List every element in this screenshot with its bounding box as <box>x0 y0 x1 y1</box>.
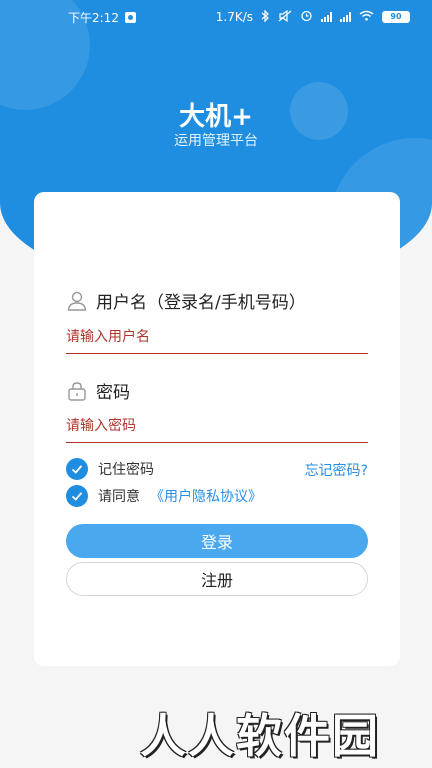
remember-password-checkbox[interactable] <box>66 458 88 480</box>
check-icon <box>71 465 83 474</box>
check-icon <box>71 492 83 501</box>
wifi-icon <box>359 10 374 24</box>
notification-icon <box>124 11 136 23</box>
status-time: 下午2:12 <box>68 10 119 25</box>
remember-password-row: 记住密码 <box>66 458 154 480</box>
signal-icon <box>321 12 332 22</box>
remember-password-label: 记住密码 <box>98 462 154 478</box>
bluetooth-icon <box>261 8 270 25</box>
signal-icon <box>340 12 351 22</box>
password-input[interactable] <box>66 409 368 443</box>
battery-icon: 90 <box>382 11 410 23</box>
status-left: 下午2:12 <box>68 9 136 26</box>
register-button[interactable]: 注册 <box>66 562 368 596</box>
username-label-row: 用户名（登录名/手机号码） <box>66 288 306 313</box>
agreement-prefix: 请同意 <box>98 489 140 505</box>
mute-icon <box>278 9 292 25</box>
user-icon <box>66 290 88 312</box>
lock-icon <box>66 380 88 402</box>
app-subtitle: 运用管理平台 <box>174 133 258 149</box>
network-speed: 1.7K/s <box>215 10 253 24</box>
password-label: 密码 <box>96 383 130 403</box>
password-label-row: 密码 <box>66 378 130 403</box>
login-card: 用户名（登录名/手机号码） 密码 记住密码 忘记密码? 请同意 《用户隐私协议》… <box>34 192 400 666</box>
username-input[interactable] <box>66 320 368 354</box>
agreement-checkbox[interactable] <box>66 485 88 507</box>
forgot-password-link[interactable]: 忘记密码? <box>305 460 368 480</box>
username-label: 用户名（登录名/手机号码） <box>96 293 306 313</box>
privacy-agreement-link[interactable]: 《用户隐私协议》 <box>150 486 262 506</box>
status-bar: 下午2:12 1.7K/s 90 <box>0 0 432 34</box>
app-title: 大机+ <box>179 102 253 132</box>
alarm-icon <box>300 9 313 25</box>
watermark-text: 人人软件园 <box>140 709 380 763</box>
agreement-row: 请同意 《用户隐私协议》 <box>66 485 262 507</box>
login-button[interactable]: 登录 <box>66 524 368 558</box>
status-right: 1.7K/s 90 <box>215 8 410 25</box>
